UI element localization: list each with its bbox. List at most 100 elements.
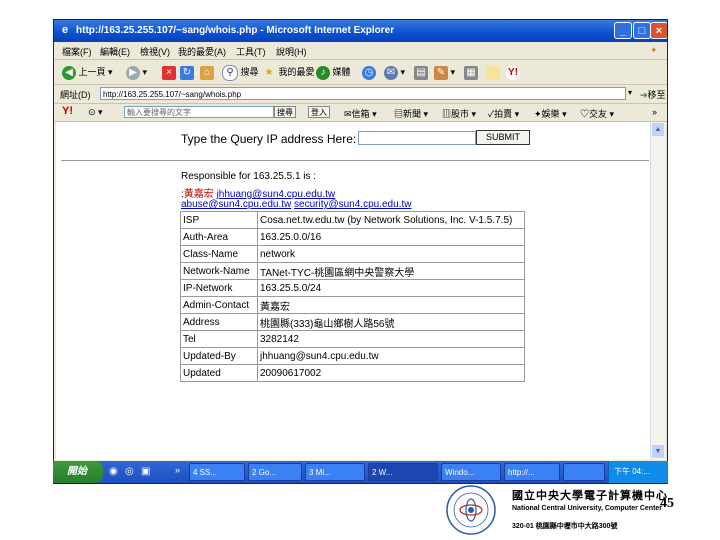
quicklaunch-desktop-icon[interactable]: ◎ [125,466,134,477]
quicklaunch-media-icon[interactable]: ▣ [141,466,150,477]
home-icon: ⌂ [200,65,214,80]
messenger-button[interactable] [486,64,500,80]
task-button[interactable] [563,463,605,481]
menu-edit[interactable]: 編輯(E) [100,45,130,58]
table-row: Auth-Area 163.25.0.0/16 [180,228,525,246]
history-button[interactable]: ◷ [362,64,376,80]
go-arrow-icon: ➔ [640,90,648,100]
windows-flag-icon: ✦ [650,45,658,55]
slide-page-number: 45 [660,496,674,511]
org-english-name: National Central University, Computer Ce… [512,505,663,512]
yahoo-entertainment-link[interactable]: ✦娛樂 ▾ [534,107,567,120]
media-button[interactable]: ♪ 媒體 [316,64,351,80]
menu-favorites[interactable]: 我的最愛(A) [178,45,226,58]
security-email-link[interactable]: security@sun4.cpu.edu.tw [294,199,411,210]
address-input[interactable]: http://163.25.255.107/~sang/whois.php [100,87,626,100]
title-bar[interactable]: e http://163.25.255.107/~sang/whois.php … [54,20,667,42]
table-key: Class-Name [180,245,258,263]
yahoo-mail-link[interactable]: ✉信箱 ▾ [344,107,377,120]
yahoo-search-input[interactable]: 輸入要搜尋的文字 [124,106,274,118]
task-button[interactable]: 4 SS... [189,463,245,481]
print-button[interactable]: ▤ [414,64,428,80]
go-button[interactable]: ➔移至 [640,88,666,101]
table-key: Address [180,313,258,331]
table-value: 桃園縣(333)龜山鄉樹人路56號 [257,313,525,331]
home-button[interactable]: ⌂ [200,64,214,80]
window-title: http://163.25.255.107/~sang/whois.php - … [76,25,395,36]
abuse-email-link[interactable]: abuse@sun4.cpu.edu.tw [181,199,291,210]
discuss-icon: ▦ [464,65,478,80]
mail-icon: ✉ [384,65,398,80]
table-row: Network-Name TANet-TYC-桃園區網中央警察大學 [180,262,525,280]
clock[interactable]: 下午 04:... [614,467,650,476]
menu-file[interactable]: 檔案(F) [62,45,92,58]
quicklaunch-overflow-icon[interactable]: » [175,465,180,475]
yahoo-auction-link[interactable]: ✓拍賣 ▾ [488,107,519,120]
table-row: Updated 20090617002 [180,364,525,382]
abuse-line: abuse@sun4.cpu.edu.tw security@sun4.cpu.… [181,199,411,210]
table-value: 3282142 [257,330,525,348]
table-row: Address 桃園縣(333)龜山鄉樹人路56號 [180,313,525,331]
quicklaunch-ie-icon[interactable]: ◉ [109,466,118,477]
yahoo-settings-icon[interactable]: ⊙ ▾ [88,107,103,118]
page-content: Type the Query IP address Here: SUBMIT R… [56,122,650,460]
vertical-scrollbar[interactable]: ▲ ▼ [650,122,665,460]
table-key: Updated-By [180,347,258,365]
favorites-button[interactable]: ★ 我的最愛 [262,64,315,80]
standard-toolbar: ◀ 上一頁 ▾ ▶ ▾ × ↻ ⌂ ⚲ 搜尋 ★ 我的最愛 ♪ 媒體 ◷ ✉ ▾… [54,60,667,85]
menu-tools[interactable]: 工具(T) [236,45,266,58]
start-button[interactable]: 開始 [53,461,103,483]
menu-view[interactable]: 檢視(V) [140,45,170,58]
maximize-button[interactable]: □ [633,22,651,39]
contact-line: :黃嘉宏 jhhuang@sun4.cpu.edu.tw [181,189,336,200]
submit-button[interactable]: SUBMIT [476,130,530,145]
close-button[interactable]: × [650,22,667,39]
task-button[interactable]: 2 Go... [248,463,302,481]
whois-table: ISP Cosa.net.tw.edu.tw (by Network Soluti… [180,211,525,382]
yahoo-news-link[interactable]: ▤新聞 ▾ [394,107,428,120]
task-button[interactable]: http://... [504,463,560,481]
mail-button[interactable]: ✉ ▾ [384,64,405,80]
table-key: Tel [180,330,258,348]
menu-help[interactable]: 說明(H) [276,45,307,58]
toolbar-overflow-icon[interactable]: » [652,107,657,117]
discuss-button[interactable]: ▦ [464,64,478,80]
address-label: 網址(D) [60,90,91,100]
address-dropdown-icon[interactable]: ▾ [628,88,632,97]
refresh-icon: ↻ [180,65,194,80]
org-chinese-name: 國立中央大學電子計算機中心 [512,490,668,502]
yahoo-toolbar-button[interactable]: Y! [506,64,520,80]
search-button[interactable]: ⚲ 搜尋 [222,64,259,81]
table-key: ISP [180,211,258,229]
edit-button[interactable]: ✎ ▾ [434,64,455,80]
stop-button[interactable]: × [162,64,176,80]
task-button[interactable]: 3 Mi... [305,463,365,481]
system-tray: 下午 04:... [608,461,668,483]
refresh-button[interactable]: ↻ [180,64,194,80]
yahoo-logo[interactable]: Y! [62,105,73,117]
yahoo-search-button[interactable]: 搜尋 [274,106,296,118]
table-row: ISP Cosa.net.tw.edu.tw (by Network Soluti… [180,211,525,229]
news-icon: ▤ [394,109,404,119]
yahoo-stocks-link[interactable]: ▥股市 ▾ [442,107,476,120]
stocks-icon: ▥ [442,109,452,119]
table-row: IP-Network 163.25.5.0/24 [180,279,525,297]
task-button[interactable]: Windo... [441,463,501,481]
browser-window: e http://163.25.255.107/~sang/whois.php … [53,19,668,484]
yahoo-friends-link[interactable]: ♡交友 ▾ [580,107,614,120]
minimize-button[interactable]: _ [614,22,632,39]
menu-bar: 檔案(F) 編輯(E) 檢視(V) 我的最愛(A) 工具(T) 說明(H) ✦ [54,42,667,60]
forward-button[interactable]: ▶ ▾ [126,64,147,80]
table-row: Updated-By jhhuang@sun4.cpu.edu.tw [180,347,525,365]
scroll-down-icon[interactable]: ▼ [652,445,664,458]
yahoo-login-button[interactable]: 登入 [308,106,330,118]
ie-icon: e [61,24,69,36]
university-seal-logo [446,485,496,535]
back-arrow-icon: ◀ [62,65,76,80]
task-button-active[interactable]: 2 W... [368,463,438,481]
stop-icon: × [162,65,176,80]
table-value: 黃嘉宏 [257,296,525,314]
back-button[interactable]: ◀ 上一頁 ▾ [62,64,113,80]
scroll-up-icon[interactable]: ▲ [652,123,664,136]
ip-query-input[interactable] [358,131,476,145]
